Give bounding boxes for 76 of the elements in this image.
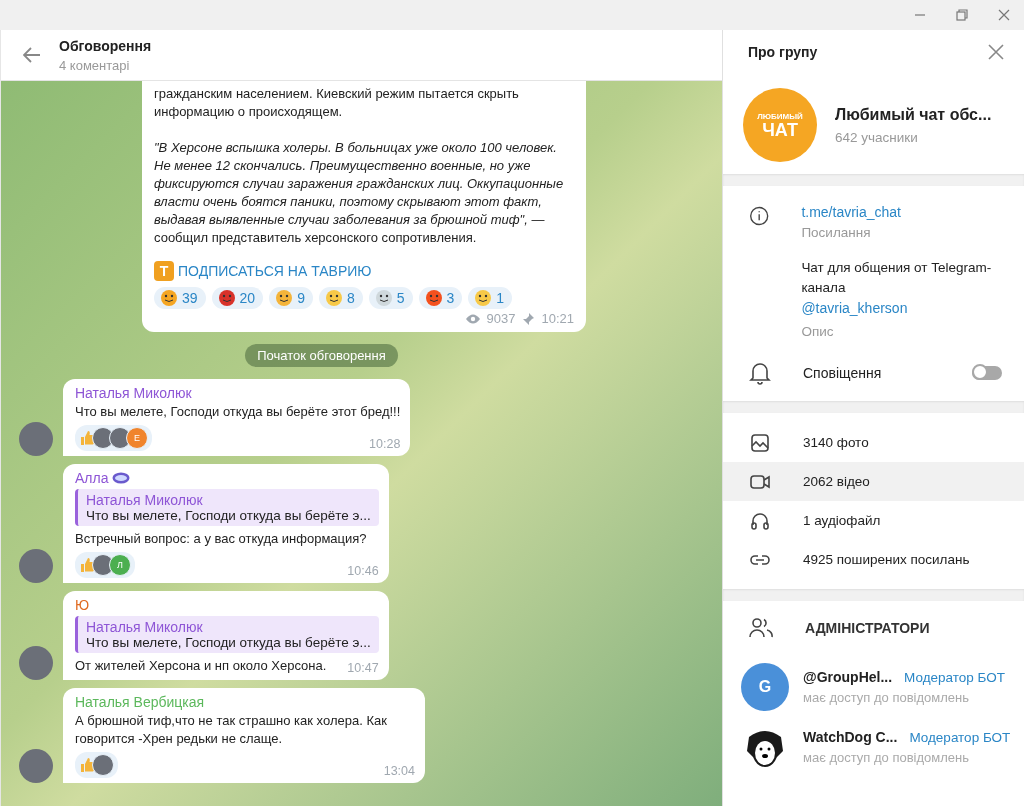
- pin-icon: [521, 311, 536, 326]
- notifications-label: Сповіщення: [803, 365, 883, 381]
- reaction-chip[interactable]: [75, 752, 118, 778]
- avatar-photo-placeholder: [19, 749, 53, 783]
- reaction-chip[interactable]: 5: [368, 287, 413, 309]
- reply-quote[interactable]: Наталья Миколюк Что вы мелете, Господи откуда вы берёте э...: [75, 489, 379, 526]
- close-window-icon[interactable]: [997, 8, 1011, 22]
- group-name: Любимый чат обс...: [835, 105, 992, 124]
- avatar-photo-placeholder: [19, 549, 53, 583]
- reaction-chip[interactable]: 8: [318, 287, 363, 309]
- group-avatar: ЛЮБИМЫЙ ЧАТ: [743, 88, 817, 162]
- subscribe-link[interactable]: ПОДПИСАТЬСЯ НА ТАВРИЮ: [178, 263, 372, 279]
- comment-text: Что вы мелете, Господи откуда вы берёте этот бред!!!: [75, 403, 401, 421]
- comment-text: От жителей Херсона и нп около Херсона.: [75, 657, 327, 675]
- comment-author[interactable]: Алла: [75, 470, 109, 486]
- notifications-toggle[interactable]: [972, 366, 1002, 380]
- reaction-chip[interactable]: 39: [154, 287, 206, 309]
- restore-icon[interactable]: [955, 8, 969, 22]
- message-time: 10:46: [347, 564, 379, 578]
- avatar-photo-placeholder: [19, 646, 53, 680]
- media-row[interactable]: 3140 фото: [723, 423, 1024, 462]
- comment-author[interactable]: Наталья Миколюк: [75, 385, 192, 401]
- post-time: 10:21: [541, 311, 574, 326]
- comment-author[interactable]: Наталья Вербицкая: [75, 694, 205, 710]
- comment-count: 4 коментарі: [59, 57, 131, 73]
- reactor-avatar: Е: [126, 427, 148, 449]
- reaction-chip[interactable]: Л: [75, 552, 135, 578]
- reply-quote[interactable]: Наталья Миколюк Что вы мелете, Господи откуда вы берёте э...: [75, 616, 379, 653]
- message-time: 10:28: [369, 437, 401, 451]
- message-time: 10:47: [347, 661, 379, 675]
- post-text: "В Херсоне вспышка холеры. В больницах уже около 100 человек. Не менее 12 скончались. Преимущественно военные, но уже фиксируются случаи заражения гражданских лиц. Оккупационные власти очень боятся паники, поэтому скрывают этот факт, выдавая выявленные случаи заболевания за брюшной тиф", — сообщил представитель херсонского сопротивления.: [154, 139, 565, 247]
- reaction-emoji-icon: [424, 289, 443, 307]
- comment-text: А брюшной тиф,что не так страшно как холера. Как говорится -Хрен редьки не слаще.: [75, 712, 388, 748]
- reaction-chip[interactable]: 3: [418, 287, 463, 309]
- admin-avatar: G: [741, 663, 789, 711]
- media-row[interactable]: 1 аудіофайл: [723, 501, 1024, 540]
- reaction-chip[interactable]: 1: [468, 287, 513, 309]
- panel-title: Про групу: [748, 44, 818, 60]
- link-label: Посилання: [801, 225, 872, 240]
- reaction-emoji-icon: [160, 289, 178, 307]
- channel-badge: T: [154, 261, 174, 281]
- bell-icon: [749, 361, 771, 385]
- image-icon: [749, 431, 771, 454]
- reactor-avatar: Л: [109, 554, 131, 576]
- close-icon[interactable]: [988, 44, 1004, 60]
- post-text: гражданским населением. Киевский режим пытается скрыть информацию о происходящем.: [154, 85, 520, 121]
- discussion-start-label: Початок обговорення: [245, 344, 398, 367]
- group-link[interactable]: t.me/tavria_chat: [801, 204, 1000, 220]
- admins-title: АДМІНІСТРАТОРИ: [805, 620, 930, 636]
- info-icon: [749, 204, 770, 228]
- comment-text: Встречный вопрос: а у вас откуда информация?: [75, 530, 368, 548]
- member-count: 642 учасники: [835, 129, 919, 145]
- reaction-emoji-icon: [217, 289, 236, 307]
- media-row[interactable]: 2062 відео: [723, 462, 1024, 501]
- reaction-emoji-icon: [474, 289, 493, 307]
- reaction-chip[interactable]: 20: [211, 287, 264, 309]
- eye-icon: [464, 312, 481, 325]
- media-row[interactable]: 4925 поширених посилань: [723, 540, 1024, 579]
- view-count: 9037: [486, 311, 516, 326]
- reactor-photo-placeholder: [92, 754, 114, 776]
- reaction-emoji-icon: [374, 289, 393, 307]
- reaction-chip[interactable]: 9: [269, 287, 313, 309]
- avatar-photo-placeholder: [19, 422, 53, 456]
- admin-row[interactable]: WatchDog C... Модератор БОТ має доступ до повідомлень: [723, 717, 1024, 777]
- reaction-chip[interactable]: Е: [75, 425, 152, 451]
- description-label: Опис: [801, 324, 835, 339]
- reaction-emoji-icon: [275, 289, 294, 307]
- reaction-emoji-icon: [324, 289, 343, 307]
- channel-link[interactable]: @tavria_kherson: [801, 300, 908, 316]
- people-icon: [749, 617, 773, 639]
- admin-row[interactable]: G @GroupHel... Модератор БОТ має доступ до повідомлень: [723, 657, 1024, 717]
- chat-title: Обговорення: [59, 37, 152, 54]
- back-arrow-icon[interactable]: [23, 47, 41, 63]
- message-time: 13:04: [383, 764, 415, 778]
- group-description: Чат для общения от Telegram-канала @tavria_kherson: [801, 259, 993, 318]
- comment-author[interactable]: Ю: [75, 597, 90, 613]
